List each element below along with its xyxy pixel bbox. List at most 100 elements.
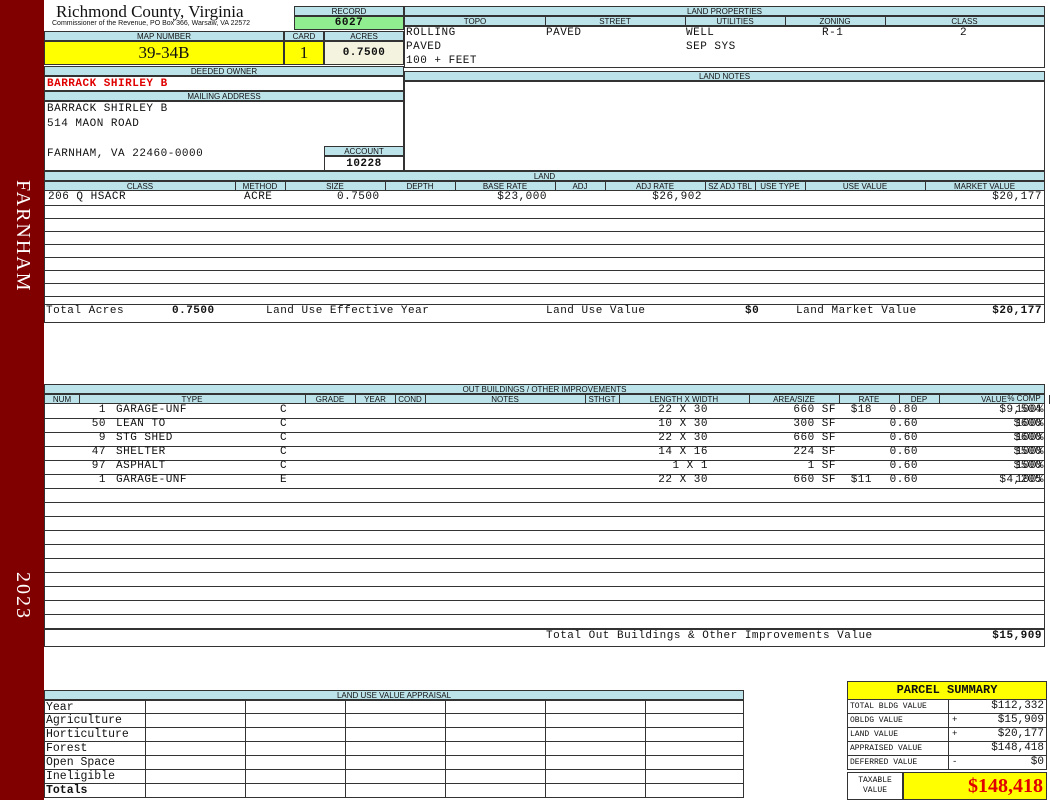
mailing-line-1: BARRACK SHIRLEY B — [47, 103, 168, 115]
land-frame — [44, 181, 1045, 323]
land-use-label: Agriculture — [46, 714, 122, 727]
land-market-value-total: $20,177 — [992, 305, 1042, 317]
land-use-label: Forest — [46, 742, 88, 755]
land-use-label: Year — [46, 701, 74, 714]
land-use-cell-divider — [245, 770, 246, 783]
col-area: AREA/SIZE — [749, 395, 840, 404]
summary-operator: - — [952, 757, 958, 767]
col-topo: TOPO — [405, 17, 546, 26]
summary-divider — [948, 714, 949, 727]
col-street: STREET — [545, 17, 686, 26]
col-zoning: ZONING — [785, 17, 886, 26]
land-use-cell-divider — [445, 701, 446, 714]
zoning-value: R-1 — [822, 27, 844, 39]
land-use-cell-divider — [345, 756, 346, 769]
land-market-value-label: Land Market Value — [796, 305, 917, 317]
land-notes-header: LAND NOTES — [404, 71, 1045, 81]
land-use-row: Totals — [44, 784, 744, 798]
class-value: 2 — [960, 27, 968, 39]
commissioner-address: Commissioner of the Revenue, PO Box 366,… — [52, 20, 251, 27]
summary-value: $15,909 — [997, 714, 1044, 726]
summary-value: $0 — [1030, 756, 1044, 768]
account-header: ACCOUNT — [324, 146, 404, 156]
land-use-cell-divider — [245, 714, 246, 727]
land-use-cell-divider — [345, 784, 346, 797]
acres-value: 0.7500 — [324, 41, 404, 65]
land-properties-columns: TOPO STREET UTILITIES ZONING CLASS — [404, 16, 1045, 26]
parcel-summary-title: PARCEL SUMMARY — [847, 681, 1047, 700]
summary-label: OBLDG VALUE — [850, 716, 903, 725]
map-number-header: MAP NUMBER — [44, 31, 284, 41]
land-use-cell-divider — [645, 784, 646, 797]
land-use-cell-divider — [645, 770, 646, 783]
land-use-cell-divider — [345, 728, 346, 741]
outbuildings-columns: NUM TYPE GRADE YEAR COND NOTES STHGT LEN… — [44, 394, 1050, 404]
deeded-owner-header: DEEDED OWNER — [44, 66, 404, 76]
col-utilities: UTILITIES — [685, 17, 786, 26]
taxable-label-line-2: VALUE — [862, 786, 887, 795]
land-use-cell-divider — [245, 701, 246, 714]
land-use-cell-divider — [445, 784, 446, 797]
deeded-owner: BARRACK SHIRLEY B — [44, 76, 404, 91]
land-use-cell-divider — [445, 714, 446, 727]
summary-value: $20,177 — [997, 728, 1044, 740]
acres-header: ACRES — [324, 31, 404, 41]
summary-row: LAND VALUE + $20,177 — [847, 728, 1047, 742]
col-cond: COND — [395, 395, 426, 404]
land-use-cell-divider — [545, 784, 546, 797]
summary-divider — [948, 728, 949, 741]
col-comp: % COMP — [1007, 394, 1041, 403]
summary-row: APPRAISED VALUE $148,418 — [847, 742, 1047, 756]
land-use-cell-divider — [345, 701, 346, 714]
record-header: RECORD — [294, 6, 404, 16]
topo-1: ROLLING — [406, 27, 456, 39]
sidebar: FARNHAM 2023 — [0, 0, 44, 800]
taxable-value: $148,418 — [903, 772, 1047, 800]
summary-operator: + — [952, 729, 958, 739]
outbuildings-total-label: Total Out Buildings & Other Improvements… — [546, 630, 873, 642]
outbuildings-total: $15,909 — [992, 630, 1042, 642]
mailing-address-header: MAILING ADDRESS — [44, 91, 404, 101]
land-use-row: Forest — [44, 742, 744, 756]
col-sthgt: STHGT — [585, 395, 620, 404]
land-use-row: Agriculture — [44, 714, 744, 728]
taxable-label: TAXABLE VALUE — [847, 772, 903, 800]
summary-divider — [948, 756, 949, 769]
land-use-cell-divider — [145, 728, 146, 741]
land-use-cell-divider — [445, 770, 446, 783]
land-use-cell-divider — [645, 701, 646, 714]
outbuildings-header: OUT BUILDINGS / OTHER IMPROVEMENTS — [44, 384, 1045, 394]
land-use-cell-divider — [445, 756, 446, 769]
land-use-cell-divider — [145, 756, 146, 769]
land-use-cell-divider — [345, 714, 346, 727]
land-use-label: Open Space — [46, 756, 116, 769]
land-use-cell-divider — [645, 714, 646, 727]
land-notes-body — [404, 81, 1045, 171]
land-use-cell-divider — [645, 756, 646, 769]
year-label: 2023 — [12, 572, 34, 620]
land-use-cell-divider — [245, 756, 246, 769]
summary-divider — [948, 742, 949, 755]
land-properties-header: LAND PROPERTIES — [404, 6, 1045, 16]
land-use-label: Horticulture — [46, 728, 129, 741]
topo-2: PAVED — [406, 41, 442, 53]
summary-row: DEFERRED VALUE - $0 — [847, 756, 1047, 770]
land-use-cell-divider — [245, 742, 246, 755]
land-use-cell-divider — [145, 770, 146, 783]
summary-label: DEFERRED VALUE — [850, 758, 918, 767]
total-acres-label: Total Acres — [46, 305, 125, 317]
card-number: 1 — [284, 41, 324, 65]
col-dep: DEP — [899, 395, 940, 404]
utilities-1: WELL — [686, 27, 715, 39]
land-use-cell-divider — [245, 784, 246, 797]
land-use-cell-divider — [145, 784, 146, 797]
district-label: FARNHAM — [12, 180, 34, 293]
land-use-cell-divider — [445, 742, 446, 755]
land-use-cell-divider — [645, 742, 646, 755]
summary-operator: + — [952, 715, 958, 725]
land-use-cell-divider — [545, 742, 546, 755]
land-use-cell-divider — [645, 728, 646, 741]
land-use-row: Open Space — [44, 756, 744, 770]
col-year: YEAR — [355, 395, 396, 404]
land-use-header: LAND USE VALUE APPRAISAL — [44, 690, 744, 700]
